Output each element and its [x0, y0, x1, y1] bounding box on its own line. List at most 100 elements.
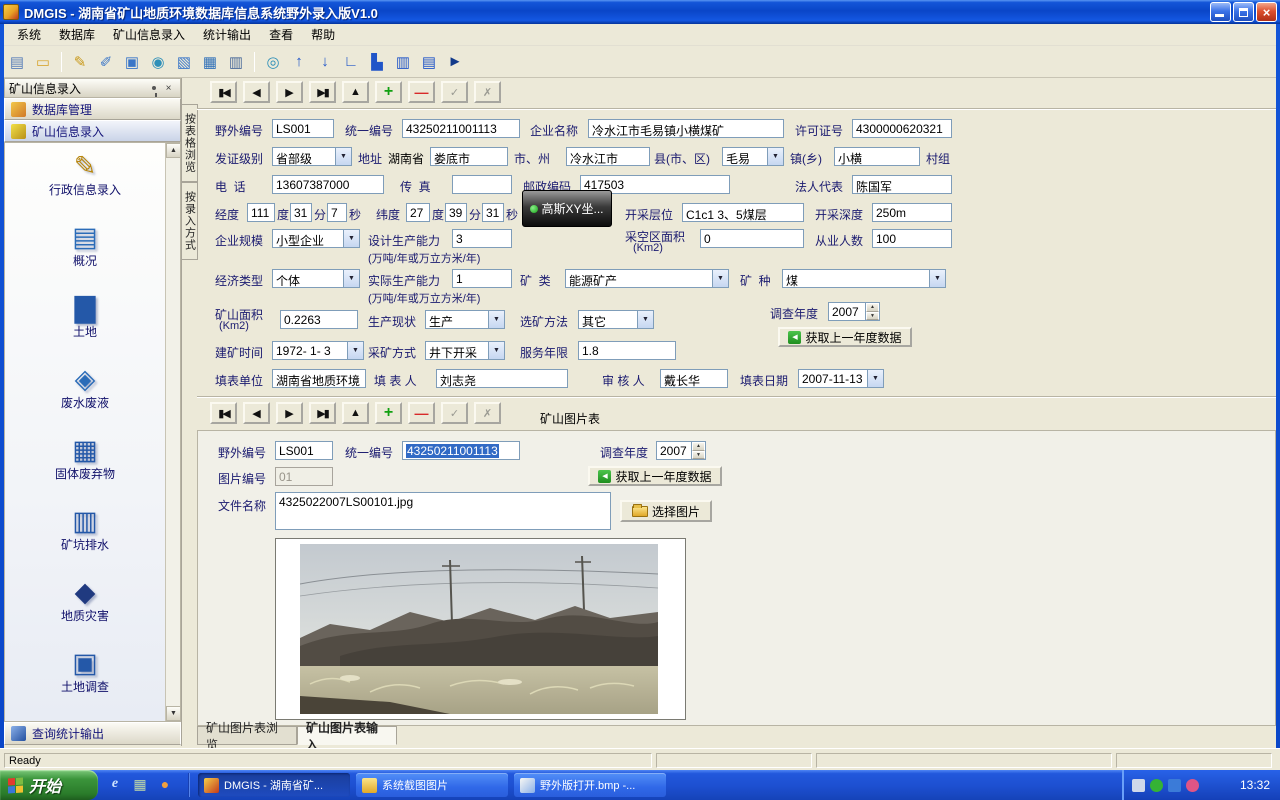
service-years-input[interactable]: 1.8 [578, 341, 676, 360]
mine-kind-select[interactable]: 煤▼ [782, 269, 946, 288]
nav2-next-button[interactable]: ▶ [276, 402, 303, 424]
sidebar-item-solid-waste[interactable]: ▦ 固体废弃物 [5, 431, 165, 502]
menu-statistics-output[interactable]: 统计输出 [194, 24, 260, 45]
nav2-first-button[interactable]: ▮◀ [210, 402, 237, 424]
build-time-select[interactable]: 1972- 1- 3▼ [272, 341, 364, 360]
phone-input[interactable]: 13607387000 [272, 175, 384, 194]
layers-icon[interactable]: ▧ [173, 51, 195, 73]
survey-year-spinner[interactable]: 2007 ▲▼ [828, 302, 880, 321]
maximize-button[interactable] [1233, 2, 1254, 22]
sidebar-item-geo-hazard[interactable]: ◆ 地质灾害 [5, 573, 165, 644]
nav-next-button[interactable]: ▶ [276, 81, 303, 103]
goaf-area-input[interactable]: 0 [700, 229, 804, 248]
sidebar-group-mine-entry[interactable]: 矿山信息录入 [4, 120, 181, 142]
scroll-up-icon[interactable]: ▲ [166, 143, 181, 158]
sidebar-footer-query-output[interactable]: 查询统计输出 [4, 722, 181, 745]
scale-select[interactable]: 小型企业▼ [272, 229, 360, 248]
down-arrow-icon[interactable]: ↓ [314, 51, 336, 73]
fill-date-select[interactable]: 2007-11-13▼ [798, 369, 884, 388]
town-input[interactable]: 小横 [834, 147, 920, 166]
nav2-top-button[interactable]: ▲ [342, 402, 369, 424]
vtab-table-browse[interactable]: 按表格浏览 [182, 104, 198, 182]
fill-unit-input[interactable]: 湖南省地质环境 [272, 369, 366, 388]
sidebar-group-database[interactable]: 数据库管理 [4, 98, 181, 120]
sign-pencil-icon[interactable]: ✐ [95, 51, 117, 73]
nav-last-button[interactable]: ▶▮ [309, 81, 336, 103]
city-input[interactable]: 娄底市 [430, 147, 508, 166]
actual-capacity-input[interactable]: 1 [452, 269, 512, 288]
nav2-cancel-button[interactable]: ✗ [474, 402, 501, 424]
water-drop-icon[interactable]: ◉ [147, 51, 169, 73]
sidebar-item-wastewater[interactable]: ◈ 废水废液 [5, 360, 165, 431]
license-input[interactable]: 4300000620321 [852, 119, 952, 138]
nav2-delete-button[interactable]: — [408, 402, 435, 424]
task-bmp-image[interactable]: 野外版打开.bmp -... [514, 773, 666, 797]
design-capacity-input[interactable]: 3 [452, 229, 512, 248]
task-dmgis[interactable]: DMGIS - 湖南省矿... [198, 773, 350, 797]
sidebar-scrollbar[interactable]: ▲ ▼ [165, 143, 180, 721]
mine-class-select[interactable]: 能源矿产▼ [565, 269, 729, 288]
nav2-confirm-button[interactable]: ✓ [441, 402, 468, 424]
sidebar-item-admin-info[interactable]: ✎ 行政信息录入 [5, 147, 165, 218]
task-screenshots-folder[interactable]: 系统截图图片 [356, 773, 508, 797]
city2-input[interactable]: 冷水江市 [566, 147, 650, 166]
spin-down-icon[interactable]: ▼ [866, 312, 879, 321]
economy-type-select[interactable]: 个体▼ [272, 269, 360, 288]
pic-fetch-last-year-button[interactable]: ◀ 获取上一年度数据 [588, 466, 722, 486]
edit-pencil-icon[interactable]: ✎ [69, 51, 91, 73]
mining-method-select[interactable]: 井下开采▼ [425, 341, 505, 360]
field-no-input[interactable]: LS001 [272, 119, 334, 138]
blue-tray-icon[interactable] [1168, 779, 1181, 792]
cube-icon[interactable]: ▦ [199, 51, 221, 73]
nav-cancel-button[interactable]: ✗ [474, 81, 501, 103]
pink-tray-icon[interactable] [1186, 779, 1199, 792]
menu-system[interactable]: 系统 [8, 24, 50, 45]
spin-up-icon[interactable]: ▲ [866, 303, 879, 312]
mining-layer-input[interactable]: C1c1 3、5煤层 [682, 203, 804, 222]
keyboard-tray-icon[interactable] [1132, 779, 1145, 792]
sidebar-item-pit-drainage[interactable]: ▥ 矿坑排水 [5, 502, 165, 573]
copy-page-icon[interactable]: ▣ [121, 51, 143, 73]
production-status-select[interactable]: 生产▼ [425, 310, 505, 329]
columns-icon[interactable]: ▥ [392, 51, 414, 73]
ruler-icon[interactable]: ∟ [340, 51, 362, 73]
sidebar-close-button[interactable]: × [161, 81, 176, 95]
gauss-xy-button[interactable]: 高斯XY坐... [522, 190, 612, 227]
book-icon[interactable]: ▤ [418, 51, 440, 73]
show-desktop-icon[interactable]: ▦ [131, 775, 149, 793]
nav-delete-button[interactable]: — [408, 81, 435, 103]
file-name-input[interactable]: 4325022007LS00101.jpg [275, 492, 611, 530]
nav-prev-button[interactable]: ◀ [243, 81, 270, 103]
unified-no-input[interactable]: 43250211001113 [402, 119, 520, 138]
menu-help[interactable]: 帮助 [302, 24, 344, 45]
latitude-sec-input[interactable]: 31 [482, 203, 504, 222]
mine-area-input[interactable]: 0.2263 [280, 310, 358, 329]
sidebar-item-land-survey[interactable]: ▣ 土地调查 [5, 644, 165, 715]
sidebar-item-overview[interactable]: ▤ 概况 [5, 218, 165, 289]
fetch-last-year-button[interactable]: ◀ 获取上一年度数据 [778, 327, 912, 347]
close-button[interactable]: × [1256, 2, 1277, 22]
nav-confirm-button[interactable]: ✓ [441, 81, 468, 103]
company-input[interactable]: 冷水江市毛易镇小横煤矿 [588, 119, 784, 138]
scroll-down-icon[interactable]: ▼ [166, 706, 181, 721]
longitude-sec-input[interactable]: 7 [327, 203, 347, 222]
nav2-last-button[interactable]: ▶▮ [309, 402, 336, 424]
pic-survey-year-spinner[interactable]: 2007 ▲▼ [656, 441, 706, 460]
mining-depth-input[interactable]: 250m [872, 203, 952, 222]
media-player-icon[interactable]: ● [156, 775, 174, 793]
menu-database[interactable]: 数据库 [50, 24, 104, 45]
pin-button[interactable] [146, 81, 161, 95]
sidebar-item-partial[interactable]: ▆ [5, 715, 165, 722]
open-folder-icon[interactable]: ▭ [32, 51, 54, 73]
new-file-icon[interactable]: ▤ [6, 51, 28, 73]
auditor-input[interactable]: 戴长华 [660, 369, 728, 388]
buildings-icon[interactable]: ▙ [366, 51, 388, 73]
ie-icon[interactable]: e [106, 775, 124, 793]
fax-input[interactable] [452, 175, 512, 194]
fill-person-input[interactable]: 刘志尧 [436, 369, 568, 388]
beneficiation-select[interactable]: 其它▼ [578, 310, 654, 329]
export-arrow-icon[interactable]: ► [444, 51, 466, 73]
spin-down-icon[interactable]: ▼ [692, 451, 705, 460]
choose-picture-button[interactable]: 选择图片 [620, 500, 712, 522]
tab-picture-browse[interactable]: 矿山图片表浏览 [197, 726, 297, 745]
